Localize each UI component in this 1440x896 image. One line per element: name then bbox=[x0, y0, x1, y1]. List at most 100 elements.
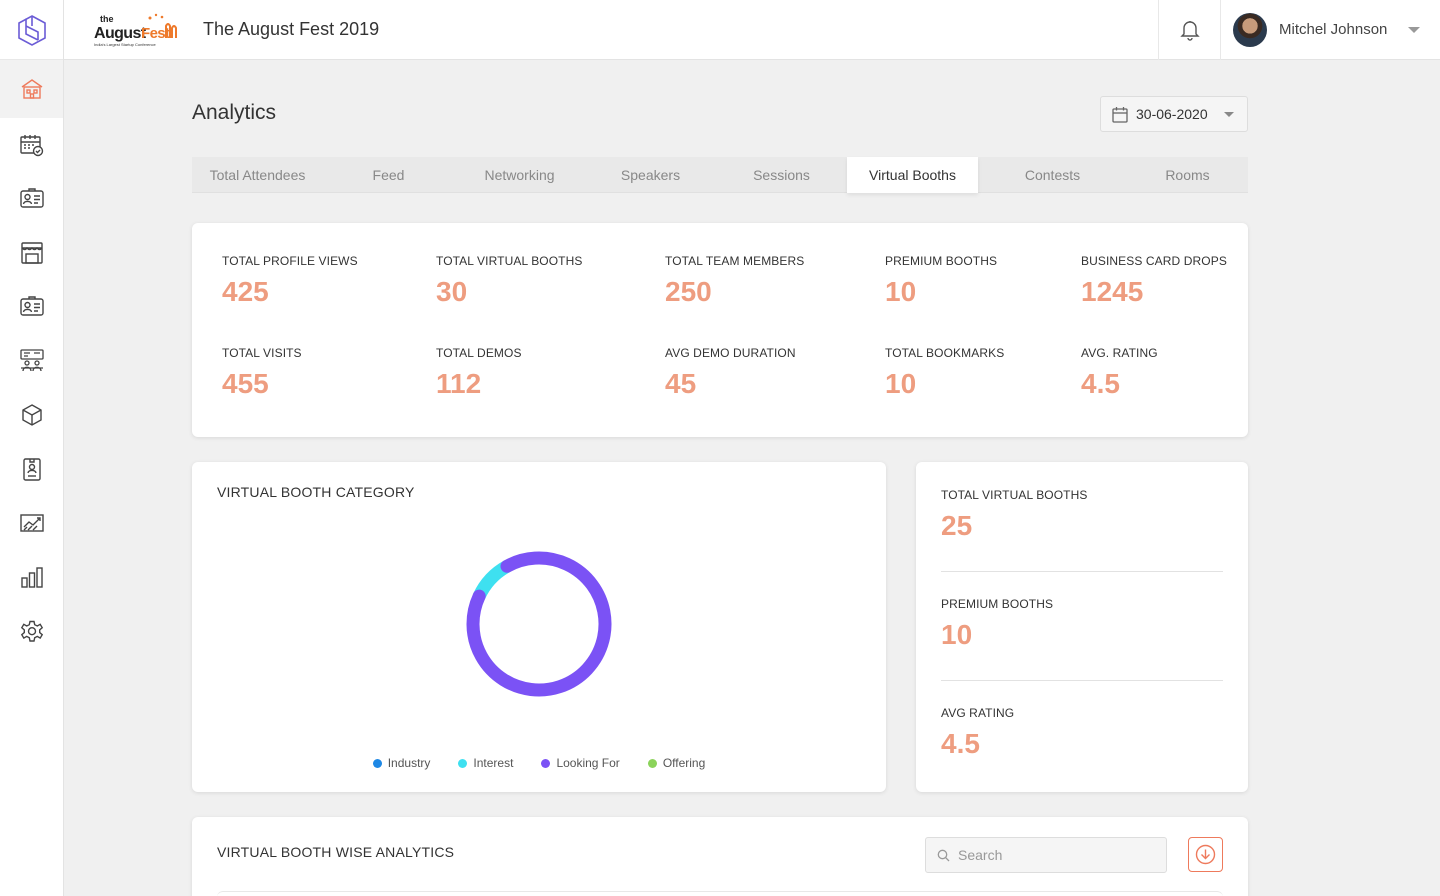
stat-avg-rating: AVG. RATING 4.5 bbox=[1081, 346, 1158, 400]
sidebar-item-badges[interactable] bbox=[0, 442, 63, 496]
search-box bbox=[925, 837, 1167, 873]
legend-item-offering[interactable]: Offering bbox=[647, 756, 705, 770]
tab-speakers[interactable]: Speakers bbox=[585, 157, 716, 193]
legend-item-interest[interactable]: Interest bbox=[458, 756, 513, 770]
sidebar-item-booths[interactable] bbox=[0, 226, 63, 280]
stat-label: TOTAL VIRTUAL BOOTHS bbox=[436, 254, 583, 268]
stat-value: 425 bbox=[222, 276, 269, 307]
legend-dot bbox=[372, 758, 382, 768]
stat-label: PREMIUM BOOTHS bbox=[885, 254, 998, 268]
notifications-button[interactable] bbox=[1158, 0, 1220, 60]
user-menu[interactable]: Mitchel Johnson bbox=[1220, 0, 1440, 60]
tab-total-attendees[interactable]: Total Attendees bbox=[192, 157, 323, 193]
chevron-down-icon bbox=[1408, 26, 1420, 33]
svg-text:India's Largest Startup Confer: India's Largest Startup Conference bbox=[94, 42, 156, 47]
divider bbox=[941, 680, 1223, 681]
booth-icon bbox=[20, 242, 43, 264]
booth-summary-card: TOTAL VIRTUAL BOOTHS 25 PREMIUM BOOTHS 1… bbox=[916, 462, 1248, 792]
legend-label: Looking For bbox=[556, 756, 620, 770]
stat-value: 45 bbox=[665, 368, 697, 399]
attendee-card-icon bbox=[19, 296, 44, 316]
calendar-icon bbox=[1112, 106, 1128, 123]
stat-business-card-drops: BUSINESS CARD DROPS 1245 bbox=[1081, 254, 1227, 308]
header-actions: Mitchel Johnson bbox=[1158, 0, 1440, 60]
stat-value: 250 bbox=[665, 276, 712, 307]
app-logo[interactable] bbox=[0, 0, 63, 60]
stat-total-visits: TOTAL VISITS 455 bbox=[222, 346, 302, 400]
sidebar-item-speakers[interactable] bbox=[0, 280, 63, 334]
tab-contests[interactable]: Contests bbox=[978, 157, 1127, 193]
stat-value: 455 bbox=[222, 368, 269, 399]
event-logo[interactable]: the August Fest India's Largest Startup … bbox=[92, 10, 180, 50]
sidebar-item-attendees[interactable] bbox=[0, 172, 63, 226]
stat-value: 10 bbox=[885, 368, 917, 399]
stat-label: PREMIUM BOOTHS bbox=[941, 597, 1054, 611]
app-logo-icon bbox=[17, 14, 46, 46]
divider bbox=[941, 571, 1223, 572]
event-logo-graphic: the August Fest India's Largest Startup … bbox=[94, 13, 177, 47]
settings-icon bbox=[20, 620, 43, 642]
tab-feed[interactable]: Feed bbox=[323, 157, 454, 193]
legend-label: Industry bbox=[387, 756, 431, 770]
stat-label: TOTAL VISITS bbox=[222, 346, 302, 360]
badge-icon bbox=[22, 458, 41, 481]
stat-label: AVG RATING bbox=[941, 706, 1015, 720]
chart-legend: Industry Interest Looking For Offering bbox=[192, 756, 886, 770]
top-header: the August Fest India's Largest Startup … bbox=[64, 0, 1440, 60]
stat-label: TOTAL PROFILE VIEWS bbox=[222, 254, 358, 268]
stat-value: 112 bbox=[436, 368, 482, 399]
stat-value: 4.5 bbox=[941, 728, 980, 759]
page-title: Analytics bbox=[192, 101, 277, 124]
svg-text:the: the bbox=[100, 14, 114, 24]
tab-sessions[interactable]: Sessions bbox=[716, 157, 847, 193]
stat-value: 10 bbox=[885, 276, 917, 307]
legend-item-industry[interactable]: Industry bbox=[372, 756, 431, 770]
card-title: VIRTUAL BOOTH WISE ANALYTICS bbox=[217, 844, 455, 860]
stat-total-profile-views: TOTAL PROFILE VIEWS 425 bbox=[222, 254, 358, 308]
sidebar-item-products[interactable] bbox=[0, 388, 63, 442]
date-picker[interactable]: 30-06-2020 bbox=[1100, 96, 1248, 132]
sidebar bbox=[0, 0, 64, 896]
legend-dot bbox=[647, 758, 657, 768]
booth-category-donut bbox=[466, 551, 612, 697]
download-button[interactable] bbox=[1188, 837, 1223, 872]
sidebar-item-home[interactable] bbox=[0, 60, 63, 118]
search-icon bbox=[937, 849, 950, 861]
bell-icon bbox=[1179, 20, 1200, 41]
sidebar-item-agenda[interactable] bbox=[0, 118, 63, 172]
stat-label: BUSINESS CARD DROPS bbox=[1081, 254, 1227, 268]
legend-item-looking-for[interactable]: Looking For bbox=[541, 756, 620, 770]
sidebar-item-analytics[interactable] bbox=[0, 550, 63, 604]
sidebar-item-meetings[interactable] bbox=[0, 334, 63, 388]
svg-text:August: August bbox=[94, 25, 147, 42]
date-value: 30-06-2020 bbox=[1136, 106, 1208, 122]
calendar-check-icon bbox=[19, 135, 43, 157]
tab-rooms[interactable]: Rooms bbox=[1127, 157, 1248, 193]
sidebar-item-settings[interactable] bbox=[0, 604, 63, 658]
side-stat-avg-rating: AVG RATING 4.5 bbox=[941, 706, 1223, 760]
sidebar-item-reports[interactable] bbox=[0, 496, 63, 550]
card-title: VIRTUAL BOOTH CATEGORY bbox=[217, 484, 415, 500]
stat-label: TOTAL TEAM MEMBERS bbox=[665, 254, 805, 268]
stat-premium-booths: PREMIUM BOOTHS 10 bbox=[885, 254, 997, 308]
stat-value: 10 bbox=[941, 619, 973, 650]
user-name: Mitchel Johnson bbox=[1279, 21, 1388, 38]
bar-chart-icon bbox=[20, 567, 43, 588]
tab-networking[interactable]: Networking bbox=[454, 157, 585, 193]
stat-value: 1245 bbox=[1081, 276, 1144, 307]
tab-virtual-booths[interactable]: Virtual Booths bbox=[847, 157, 978, 193]
stat-label: AVG. RATING bbox=[1081, 346, 1158, 360]
stat-label: AVG DEMO DURATION bbox=[665, 346, 796, 360]
search-input[interactable] bbox=[958, 847, 1148, 863]
side-stat-premium-booths: PREMIUM BOOTHS 10 bbox=[941, 597, 1223, 651]
legend-dot bbox=[541, 758, 551, 768]
stat-value: 30 bbox=[436, 276, 468, 307]
legend-dot bbox=[458, 758, 468, 768]
stat-total-bookmarks: TOTAL BOOKMARKS 10 bbox=[885, 346, 1004, 400]
stat-total-virtual-booths: TOTAL VIRTUAL BOOTHS 30 bbox=[436, 254, 582, 308]
stat-value: 4.5 bbox=[1081, 368, 1120, 399]
analytics-tabs: Total Attendees Feed Networking Speakers… bbox=[192, 157, 1248, 193]
stat-total-demos: TOTAL DEMOS 112 bbox=[436, 346, 522, 400]
stats-card: TOTAL PROFILE VIEWS 425 TOTAL VIRTUAL BO… bbox=[192, 223, 1248, 437]
stat-avg-demo-duration: AVG DEMO DURATION 45 bbox=[665, 346, 796, 400]
